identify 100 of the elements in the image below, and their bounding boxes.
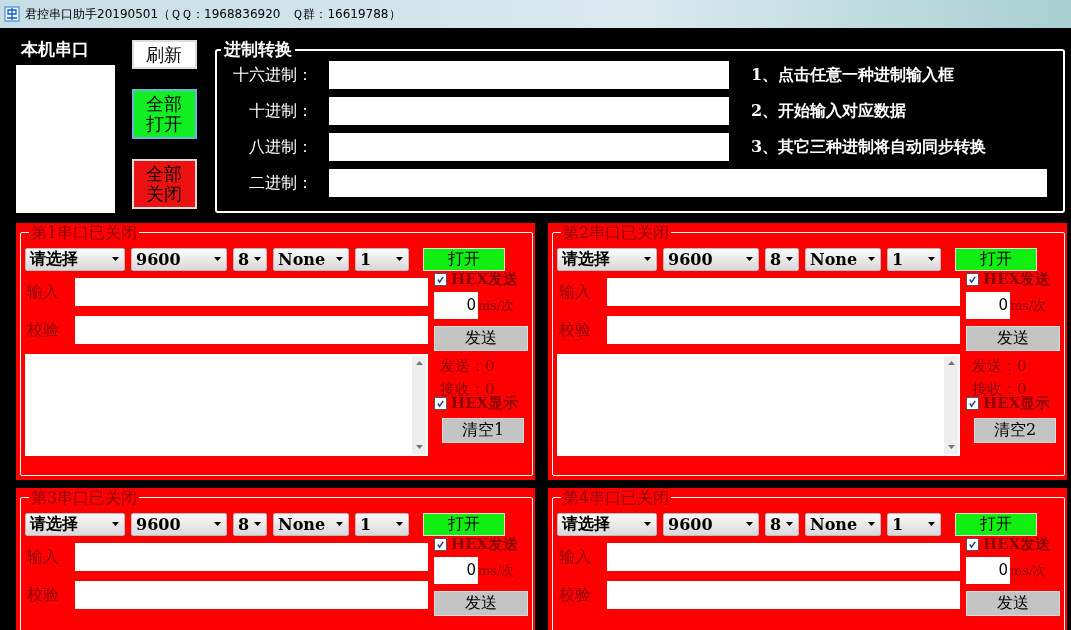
data-bits-select[interactable]: 8: [765, 247, 799, 271]
port-status-title: 第1串口已关闭: [30, 223, 139, 242]
input-field[interactable]: [607, 543, 960, 571]
close-all-button[interactable]: 全部关闭: [131, 159, 197, 209]
baud-select[interactable]: 9600: [663, 247, 759, 271]
baud-select[interactable]: 9600: [663, 512, 759, 536]
data-bits-select[interactable]: 8: [233, 247, 267, 271]
input-field[interactable]: [607, 278, 960, 306]
port-status-title: 第2串口已关闭: [562, 223, 671, 242]
caret-icon: [396, 522, 403, 526]
check-field[interactable]: [75, 581, 428, 609]
converter-title: 进制转换: [223, 38, 293, 61]
open-all-button[interactable]: 全部打开: [131, 89, 197, 139]
check-field[interactable]: [607, 581, 960, 609]
hex-send-label: HEX发送: [451, 535, 519, 554]
interval-field[interactable]: 0: [434, 292, 478, 319]
scrollbar[interactable]: [412, 356, 426, 454]
clear-button[interactable]: 清空2: [974, 418, 1056, 443]
check-label: 校验: [558, 319, 592, 341]
scroll-down-icon: [947, 445, 955, 449]
stop-bits-select[interactable]: 1: [887, 247, 941, 271]
input-label: 输入: [558, 281, 592, 303]
send-button[interactable]: 发送: [434, 591, 528, 616]
window-title: 君控串口助手20190501（ＱＱ：1968836920 Ｑ群：16619788）: [25, 5, 401, 23]
caret-icon: [928, 257, 935, 261]
scrollbar[interactable]: [944, 356, 958, 454]
open-button[interactable]: 打开: [955, 247, 1037, 271]
caret-icon: [336, 522, 343, 526]
hex-display-checkbox[interactable]: [966, 397, 979, 410]
data-bits-select[interactable]: 8: [233, 512, 267, 536]
caret-icon: [868, 522, 875, 526]
stop-bits-select[interactable]: 1: [355, 512, 409, 536]
port-status-title: 第3串口已关闭: [30, 488, 139, 507]
send-button[interactable]: 发送: [966, 591, 1060, 616]
caret-icon: [644, 522, 651, 526]
hex-send-checkbox[interactable]: [966, 538, 979, 551]
open-button[interactable]: 打开: [955, 512, 1037, 536]
caret-icon: [254, 522, 261, 526]
send-button[interactable]: 发送: [966, 326, 1060, 351]
input-field[interactable]: [75, 278, 428, 306]
base-label: 二进制：: [248, 172, 313, 194]
interval-unit: ms/次: [1010, 296, 1047, 315]
base-label: 八进制：: [248, 136, 313, 158]
base-input-field[interactable]: [329, 169, 1047, 197]
base-input-field[interactable]: [329, 61, 729, 89]
receive-text-area[interactable]: [25, 354, 428, 456]
baud-select[interactable]: 9600: [131, 512, 227, 536]
hint-text: 1、点击任意一种进制输入框: [751, 64, 955, 86]
data-bits-select[interactable]: 8: [765, 512, 799, 536]
app-icon: [4, 6, 20, 22]
base-input-field[interactable]: [329, 97, 729, 125]
caret-icon: [214, 257, 221, 261]
port-list[interactable]: [16, 65, 115, 213]
hex-send-checkbox[interactable]: [966, 273, 979, 286]
hex-send-label: HEX发送: [983, 535, 1051, 554]
stop-bits-select[interactable]: 1: [355, 247, 409, 271]
parity-select[interactable]: None: [273, 512, 349, 536]
caret-icon: [254, 257, 261, 261]
local-ports-label: 本机串口: [20, 38, 90, 61]
open-button[interactable]: 打开: [423, 247, 505, 271]
hex-send-checkbox[interactable]: [434, 273, 447, 286]
hex-send-label: HEX发送: [983, 270, 1051, 289]
hex-send-checkbox[interactable]: [434, 538, 447, 551]
parity-select[interactable]: None: [273, 247, 349, 271]
port-select[interactable]: 请选择: [25, 247, 125, 271]
caret-icon: [928, 522, 935, 526]
interval-unit: ms/次: [1010, 561, 1047, 580]
caret-icon: [396, 257, 403, 261]
caret-icon: [786, 522, 793, 526]
receive-text-area[interactable]: [557, 354, 960, 456]
check-label: 校验: [26, 584, 60, 606]
parity-select[interactable]: None: [805, 247, 881, 271]
check-label: 校验: [26, 319, 60, 341]
caret-icon: [112, 522, 119, 526]
base-label: 十六进制：: [232, 64, 313, 86]
send-button[interactable]: 发送: [434, 326, 528, 351]
scroll-down-icon: [415, 445, 423, 449]
baud-select[interactable]: 9600: [131, 247, 227, 271]
port-select[interactable]: 请选择: [557, 247, 657, 271]
input-label: 输入: [558, 546, 592, 568]
scroll-up-icon: [947, 361, 955, 365]
hex-display-checkbox[interactable]: [434, 397, 447, 410]
interval-field[interactable]: 0: [434, 557, 478, 584]
port-select[interactable]: 请选择: [25, 512, 125, 536]
stop-bits-select[interactable]: 1: [887, 512, 941, 536]
scroll-up-icon: [415, 361, 423, 365]
caret-icon: [746, 257, 753, 261]
port-select[interactable]: 请选择: [557, 512, 657, 536]
caret-icon: [644, 257, 651, 261]
clear-button[interactable]: 清空1: [442, 418, 524, 443]
parity-select[interactable]: None: [805, 512, 881, 536]
open-button[interactable]: 打开: [423, 512, 505, 536]
refresh-button[interactable]: 刷新: [131, 40, 197, 69]
input-label: 输入: [26, 281, 60, 303]
check-field[interactable]: [75, 316, 428, 344]
interval-field[interactable]: 0: [966, 557, 1010, 584]
check-field[interactable]: [607, 316, 960, 344]
input-field[interactable]: [75, 543, 428, 571]
interval-field[interactable]: 0: [966, 292, 1010, 319]
base-input-field[interactable]: [329, 133, 729, 161]
